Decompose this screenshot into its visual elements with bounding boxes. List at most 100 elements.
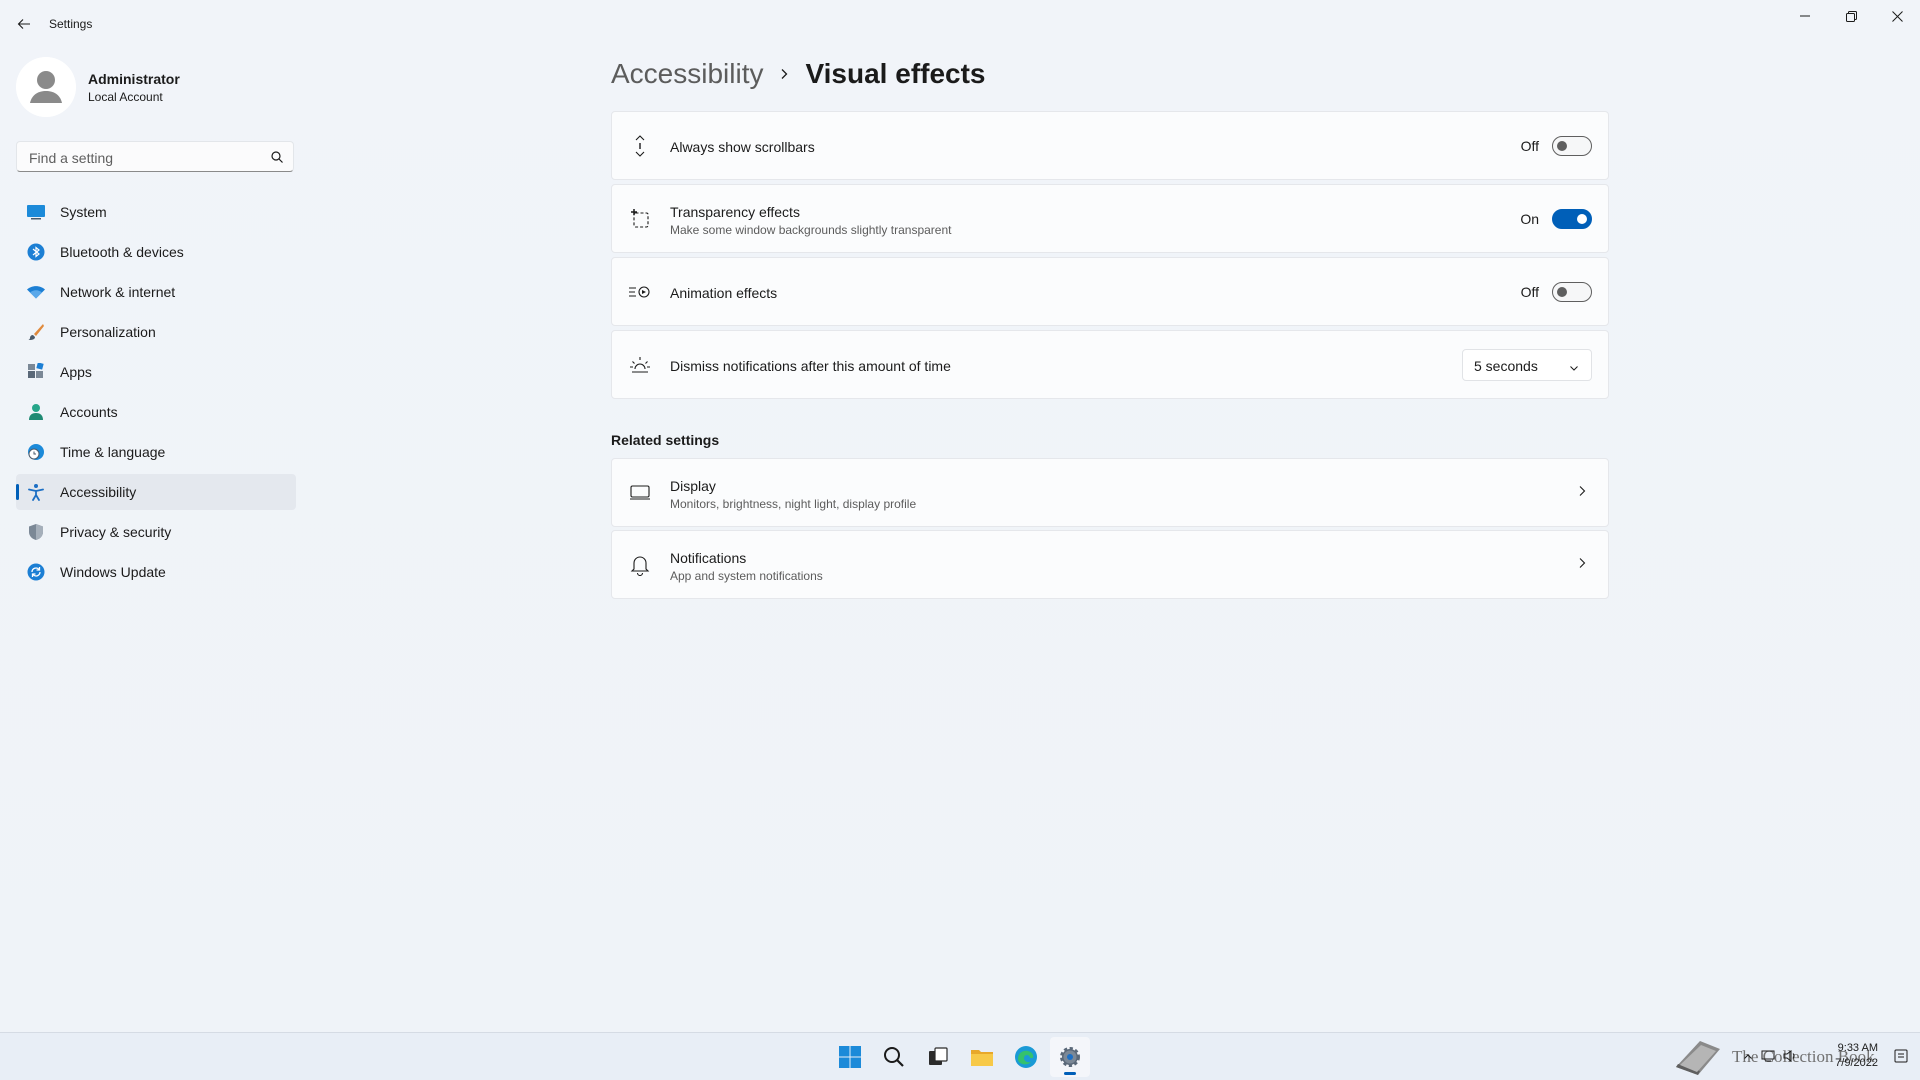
accessibility-icon <box>26 482 46 502</box>
system-tray: The Collection Book 9:33 AM 7/9/2022 <box>1660 1033 1920 1080</box>
toggle-group: Off <box>1520 135 1592 156</box>
sidebar-item-network[interactable]: Network & internet <box>16 274 296 310</box>
setting-card-animation: Animation effects Off <box>611 257 1609 326</box>
scrollbar-icon <box>628 134 652 158</box>
back-button[interactable] <box>12 12 36 36</box>
sidebar-item-bluetooth[interactable]: Bluetooth & devices <box>16 234 296 270</box>
setting-title: Animation effects <box>670 285 778 301</box>
scrollbars-toggle[interactable] <box>1552 135 1592 156</box>
restore-button[interactable] <box>1828 0 1874 32</box>
related-notifications-link[interactable]: Notifications App and system notificatio… <box>611 530 1609 599</box>
apps-icon <box>26 362 46 382</box>
search-icon[interactable] <box>271 150 283 168</box>
update-icon <box>26 562 46 582</box>
dismiss-time-dropdown[interactable]: 5 seconds <box>1462 348 1592 381</box>
window-controls <box>1782 0 1920 32</box>
taskbar: The Collection Book 9:33 AM 7/9/2022 <box>0 1032 1920 1080</box>
task-view-button[interactable] <box>918 1037 958 1077</box>
user-profile[interactable]: Administrator Local Account <box>16 57 296 117</box>
clock-time: 9:33 AM <box>1837 1042 1878 1054</box>
related-display-link[interactable]: Display Monitors, brightness, night ligh… <box>611 458 1609 527</box>
toggle-knob <box>1577 213 1587 224</box>
setting-card-scrollbars: Always show scrollbars Off <box>611 111 1609 180</box>
file-explorer-button[interactable] <box>962 1037 1002 1077</box>
monitor-icon <box>628 481 652 505</box>
breadcrumb: Accessibility Visual effects <box>611 54 986 94</box>
sidebar-item-accessibility[interactable]: Accessibility <box>16 474 296 510</box>
animation-toggle[interactable] <box>1552 281 1592 302</box>
sidebar-item-label: Apps <box>60 364 92 380</box>
page-title: Visual effects <box>805 58 986 89</box>
related-settings-heading: Related settings <box>611 432 720 448</box>
network-icon[interactable] <box>1761 1049 1775 1067</box>
setting-title: Always show scrollbars <box>670 139 815 155</box>
sidebar-item-privacy[interactable]: Privacy & security <box>16 514 296 550</box>
sidebar-item-label: Personalization <box>60 324 156 340</box>
profile-name: Administrator <box>88 71 180 87</box>
edge-button[interactable] <box>1006 1037 1046 1077</box>
chevron-up-icon[interactable] <box>1743 1049 1753 1067</box>
sidebar-item-label: Windows Update <box>60 564 166 580</box>
book-watermark-icon <box>1670 1037 1726 1080</box>
chevron-right-icon <box>779 68 789 80</box>
sidebar-item-label: Time & language <box>60 444 166 460</box>
setting-card-dismiss-notifications: Dismiss notifications after this amount … <box>611 330 1609 399</box>
search-input[interactable] <box>27 148 261 168</box>
breadcrumb-parent[interactable]: Accessibility <box>611 58 763 90</box>
toggle-group: On <box>1520 208 1592 229</box>
profile-account-type: Local Account <box>88 90 163 104</box>
sidebar-item-system[interactable]: System <box>16 194 296 230</box>
sidebar-item-accounts[interactable]: Accounts <box>16 394 296 430</box>
sidebar-item-windows-update[interactable]: Windows Update <box>16 554 296 590</box>
start-button[interactable] <box>830 1037 870 1077</box>
setting-title: Transparency effects <box>670 204 800 220</box>
toggle-state-label: On <box>1520 210 1539 227</box>
back-arrow-icon <box>17 19 30 29</box>
person-icon <box>26 402 46 422</box>
person-avatar-icon <box>16 57 76 117</box>
sidebar-item-apps[interactable]: Apps <box>16 354 296 390</box>
setting-title: Dismiss notifications after this amount … <box>670 358 951 374</box>
setting-subtitle: Monitors, brightness, night light, displ… <box>670 497 917 511</box>
setting-title: Notifications <box>670 550 747 566</box>
settings-window: Settings Administrator Local Account Fin… <box>0 0 1920 1032</box>
taskbar-apps <box>830 1037 1094 1077</box>
notification-center-icon[interactable] <box>1894 1049 1908 1068</box>
toggle-group: Off <box>1520 281 1592 302</box>
taskbar-clock[interactable]: 9:33 AM 7/9/2022 <box>1835 1041 1878 1071</box>
edge-browser-icon <box>1015 1046 1037 1068</box>
globe-clock-icon <box>26 442 46 462</box>
toggle-state-label: Off <box>1520 283 1539 300</box>
transparency-toggle[interactable] <box>1552 208 1592 229</box>
toggle-knob <box>1557 140 1567 151</box>
setting-title: Display <box>670 478 716 494</box>
sidebar-item-time-language[interactable]: Time & language <box>16 434 296 470</box>
tray-icons <box>1743 1049 1805 1067</box>
taskbar-search-button[interactable] <box>874 1037 914 1077</box>
sidebar-item-label: Accessibility <box>60 484 137 500</box>
selection-indicator <box>16 484 19 500</box>
clock-date: 7/9/2022 <box>1835 1057 1878 1069</box>
transparency-icon <box>628 207 652 231</box>
avatar <box>16 57 76 117</box>
search-icon <box>884 1047 904 1067</box>
gear-icon <box>1060 1047 1080 1067</box>
app-title: Settings <box>49 17 93 31</box>
close-button[interactable] <box>1874 0 1920 32</box>
volume-icon[interactable] <box>1783 1049 1797 1067</box>
settings-taskbar-button[interactable] <box>1050 1037 1090 1077</box>
toggle-state-label: Off <box>1520 137 1539 154</box>
chevron-right-icon <box>1578 556 1586 574</box>
shield-icon <box>26 522 46 542</box>
chevron-right-icon <box>1578 484 1586 502</box>
wifi-icon <box>26 282 46 302</box>
sidebar-item-label: Privacy & security <box>60 524 172 540</box>
minimize-button[interactable] <box>1782 0 1828 32</box>
sidebar-item-label: System <box>60 204 107 220</box>
sidebar-item-personalization[interactable]: Personalization <box>16 314 296 350</box>
minimize-icon <box>1800 15 1810 17</box>
setting-card-transparency: Transparency effects Make some window ba… <box>611 184 1609 253</box>
dropdown-value: 5 seconds <box>1474 357 1538 374</box>
brush-icon <box>26 322 46 342</box>
system-icon <box>26 202 46 222</box>
